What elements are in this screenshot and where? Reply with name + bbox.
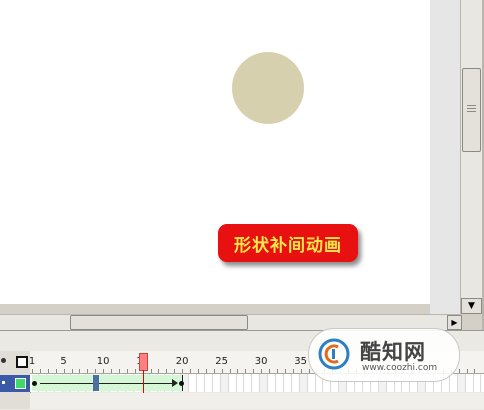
ruler-tick [118, 369, 120, 373]
frame-cell[interactable] [299, 374, 308, 392]
keyframe-end[interactable] [179, 381, 184, 386]
frame-cell[interactable] [205, 374, 213, 392]
ruler-tick [300, 369, 302, 373]
ruler-tick [32, 369, 33, 373]
ruler-tick [150, 369, 152, 373]
frame-cell[interactable] [268, 374, 276, 392]
frame-number-label: 20 [175, 356, 189, 367]
eye-icon[interactable] [1, 358, 6, 363]
outline-square-icon[interactable] [16, 356, 28, 368]
selected-frame[interactable] [93, 375, 99, 391]
frame-cell[interactable] [244, 374, 253, 392]
scroll-down-button[interactable]: ▼ [461, 298, 482, 314]
frame-number-label: 5 [60, 356, 67, 367]
ruler-tick [245, 369, 247, 373]
stage-canvas[interactable] [0, 0, 430, 304]
frame-number-label: 10 [96, 356, 110, 367]
arrow-right-icon: ▶ [451, 318, 458, 327]
ruler-tick [292, 369, 294, 373]
ruler-tick [47, 369, 49, 373]
frame-cell[interactable] [308, 374, 316, 392]
frame-number-label: 30 [254, 356, 268, 367]
ruler-tick [197, 369, 199, 373]
ruler-tick [261, 369, 263, 373]
ruler-tick [308, 369, 310, 373]
frame-cell[interactable] [276, 374, 284, 392]
ruler-tick [87, 369, 89, 373]
ruler-tick [213, 369, 215, 373]
ruler-tick [229, 369, 231, 373]
tween-arrow-head-icon [172, 379, 178, 387]
ruler-tick [55, 369, 57, 373]
arrow-down-icon: ▼ [468, 301, 475, 311]
frame-cell[interactable] [189, 374, 197, 392]
ruler-tick [474, 369, 476, 373]
watermark-url: www.coozhi.com [362, 363, 438, 373]
ruler-tick [111, 369, 112, 373]
ruler-tick [79, 369, 81, 373]
ruler-tick [190, 369, 191, 373]
frame-cell[interactable] [466, 374, 474, 392]
frame-cell[interactable] [450, 374, 458, 392]
frame-cell[interactable] [236, 374, 245, 392]
ruler-tick [182, 369, 184, 373]
ruler-tick [284, 369, 286, 373]
vertical-scroll-thumb[interactable] [462, 68, 481, 152]
ruler-tick [205, 369, 207, 373]
watermark-name: 酷知网 [360, 339, 426, 364]
ruler-tick [39, 369, 41, 373]
ruler-tick [134, 369, 136, 373]
coozhi-logo-icon [318, 338, 350, 370]
tween-title-label: 形状补间动画 [218, 224, 358, 262]
frame-cell[interactable] [473, 374, 482, 392]
ruler-tick [253, 369, 255, 373]
ruler-tick [466, 369, 468, 373]
ruler-tick [174, 369, 176, 373]
frame-cell[interactable] [213, 374, 221, 392]
horizontal-scroll-thumb[interactable] [70, 315, 248, 330]
shape-circle[interactable] [232, 52, 304, 124]
ruler-tick [103, 369, 105, 373]
ruler-tick [95, 369, 97, 373]
frame-number-label: 25 [215, 356, 228, 367]
frame-cell[interactable] [292, 374, 300, 392]
timeline-empty-row [30, 393, 484, 409]
ruler-tick [237, 369, 239, 373]
frame-cell[interactable] [252, 374, 261, 392]
ruler-tick [158, 369, 160, 373]
frame-cell[interactable] [229, 374, 237, 392]
ruler-tick [63, 369, 65, 373]
ruler-tick [458, 369, 460, 373]
tween-arrow-line [40, 383, 176, 384]
thumb-grip [467, 105, 476, 106]
frame-number-label: 35 [294, 356, 307, 367]
frame-cell[interactable] [220, 374, 229, 392]
keyframe-start[interactable] [32, 381, 37, 386]
playhead-handle[interactable] [139, 353, 148, 371]
thumb-grip [467, 111, 476, 112]
frame-cell[interactable] [284, 374, 292, 392]
frame-number-label: 1 [28, 356, 36, 367]
scroll-right-button[interactable]: ▶ [447, 315, 462, 330]
stage-pasteboard [430, 0, 460, 314]
frame-cell[interactable] [457, 374, 466, 392]
frame-cell[interactable] [197, 374, 205, 392]
ruler-tick [221, 369, 223, 373]
thumb-grip [467, 108, 476, 109]
ruler-tick [276, 369, 278, 373]
ruler-tick [269, 369, 270, 373]
ruler-tick [71, 369, 73, 373]
frame-cell[interactable] [260, 374, 269, 392]
ruler-tick [166, 369, 168, 373]
layer-color-swatch-icon[interactable] [15, 378, 26, 389]
vertical-scrollbar[interactable] [460, 0, 483, 314]
layer-bullet-icon [2, 381, 5, 384]
ruler-tick [126, 369, 128, 373]
